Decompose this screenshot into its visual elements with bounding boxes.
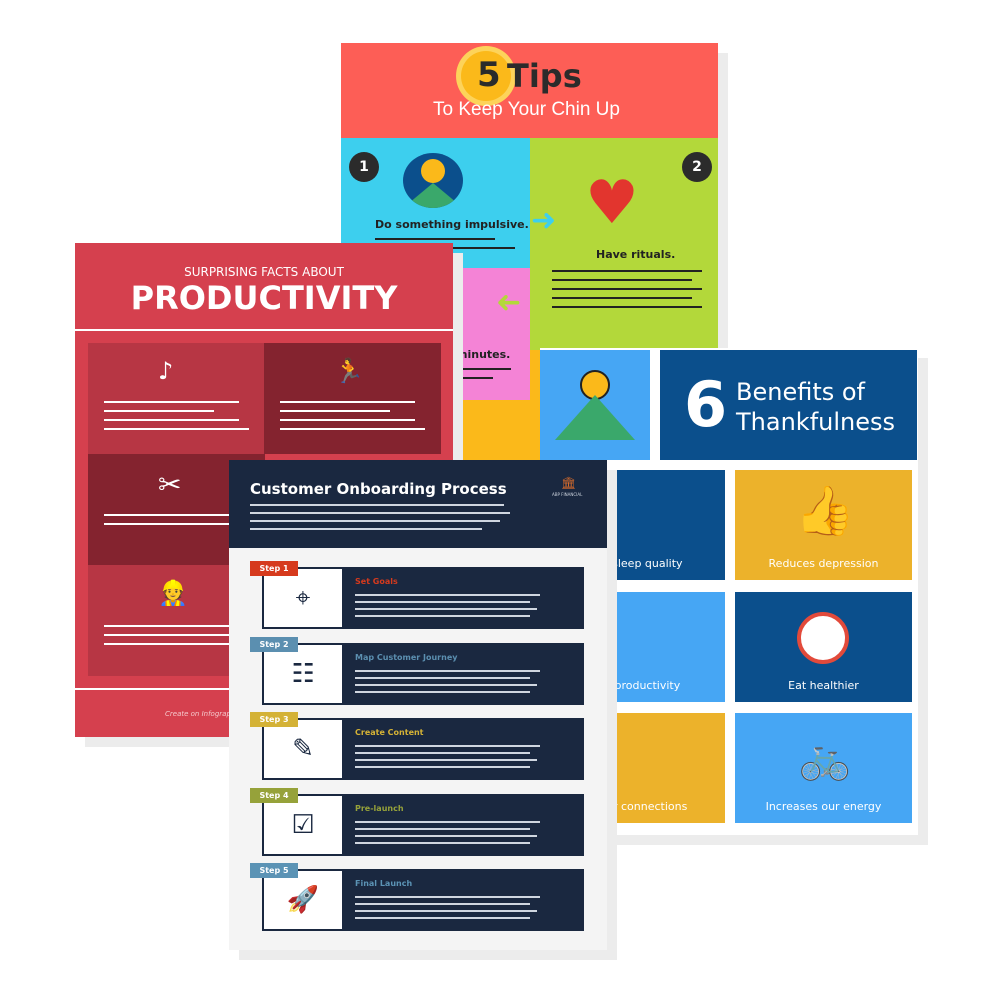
healthy-food-icon [797,612,849,664]
tip-2: 2 ♥ Have rituals. [530,138,718,350]
benefit-label: Eat healthier [788,679,859,692]
tips-subtitle: To Keep Your Chin Up [433,99,620,120]
crosshair-icon: ⌖ [262,567,344,629]
onboarding-infographic[interactable]: Customer Onboarding Process 🏛 ABP FINANC… [229,460,607,950]
thank-title-1: Benefits of [736,378,865,406]
thank-header: 6 Benefits of Thankfulness [660,350,917,460]
step-4: ☑ Pre-launch Step 4 [250,787,584,856]
step-title: Map Customer Journey [355,652,458,662]
tips-number: 5 [477,55,501,95]
step-tag: Step 5 [250,863,298,878]
step-content: Pre-launch [344,793,584,856]
tips-header: 5 Tips To Keep Your Chin Up [341,43,718,138]
step-tag: Step 2 [250,636,298,652]
step-2: ☷ Map Customer Journey Step 2 [250,636,584,705]
bicycle-icon: 🚲 [798,733,852,782]
tip-number: 2 [682,152,712,182]
arrow-left-icon: ➜ [496,285,522,320]
step-title: Set Goals [355,577,398,586]
tip-label: Do something impulsive. [375,218,529,231]
thumbs-up-icon: 👍 [795,482,855,539]
fact-cell: 🏃 [264,343,441,454]
running-icon: 🏃 [334,357,364,385]
checklist-icon: ☑ [262,793,344,856]
fact-cell: ♪ [88,343,265,454]
worker-icon: 👷 [158,579,188,607]
tips-title: Tips [507,57,582,95]
step-title: Pre-launch [355,803,404,813]
step-content: Set Goals [344,567,584,629]
tip-label: Have rituals. [596,248,676,261]
step-tag: Step 1 [250,561,298,576]
rocket-icon: 🚀 [262,869,344,931]
benefit-tile: 👍 Reduces depression [735,470,912,580]
step-3: ✎ Create Content Step 3 [250,712,584,780]
benefit-label: Increases our energy [765,800,882,813]
step-content: Final Launch [344,869,584,931]
prod-kicker: SURPRISING FACTS ABOUT [184,265,344,279]
onb-header: Customer Onboarding Process 🏛 ABP FINANC… [229,460,607,548]
benefit-tile: 🚲 Increases our energy [735,713,912,823]
dancing-icon: ♪ [158,357,174,385]
tip-number: 1 [349,152,379,182]
sun-mountain-icon [540,350,650,460]
tip-label: minutes. [456,348,511,361]
pencil-ruler-icon: ✎ [262,718,344,780]
onb-title: Customer Onboarding Process [250,480,507,498]
arrow-right-icon: ➜ [531,203,557,238]
thank-title-2: Thankfulness [736,408,895,436]
step-content: Create Content [344,718,584,780]
prod-title: PRODUCTIVITY [130,279,398,317]
onb-logo: ABP FINANCIAL [552,492,583,497]
step-title: Create Content [355,728,424,737]
flowchart-icon: ☷ [262,642,344,705]
benefit-label: Reduces depression [768,557,879,570]
tools-icon: ✂ [158,468,182,501]
step-content: Map Customer Journey [344,642,584,705]
step-title: Final Launch [355,879,413,888]
heart-icon: ♥ [585,168,639,238]
step-5: 🚀 Final Launch Step 5 [250,863,584,931]
mountain-sun-icon [403,153,463,208]
thank-number: 6 [684,368,728,441]
divider [75,329,453,331]
step-tag: Step 4 [250,787,298,803]
step-tag: Step 3 [250,712,298,727]
step-1: ⌖ Set Goals Step 1 [250,561,584,629]
bank-icon: 🏛 [561,476,577,490]
benefit-tile: Eat healthier [735,592,912,702]
